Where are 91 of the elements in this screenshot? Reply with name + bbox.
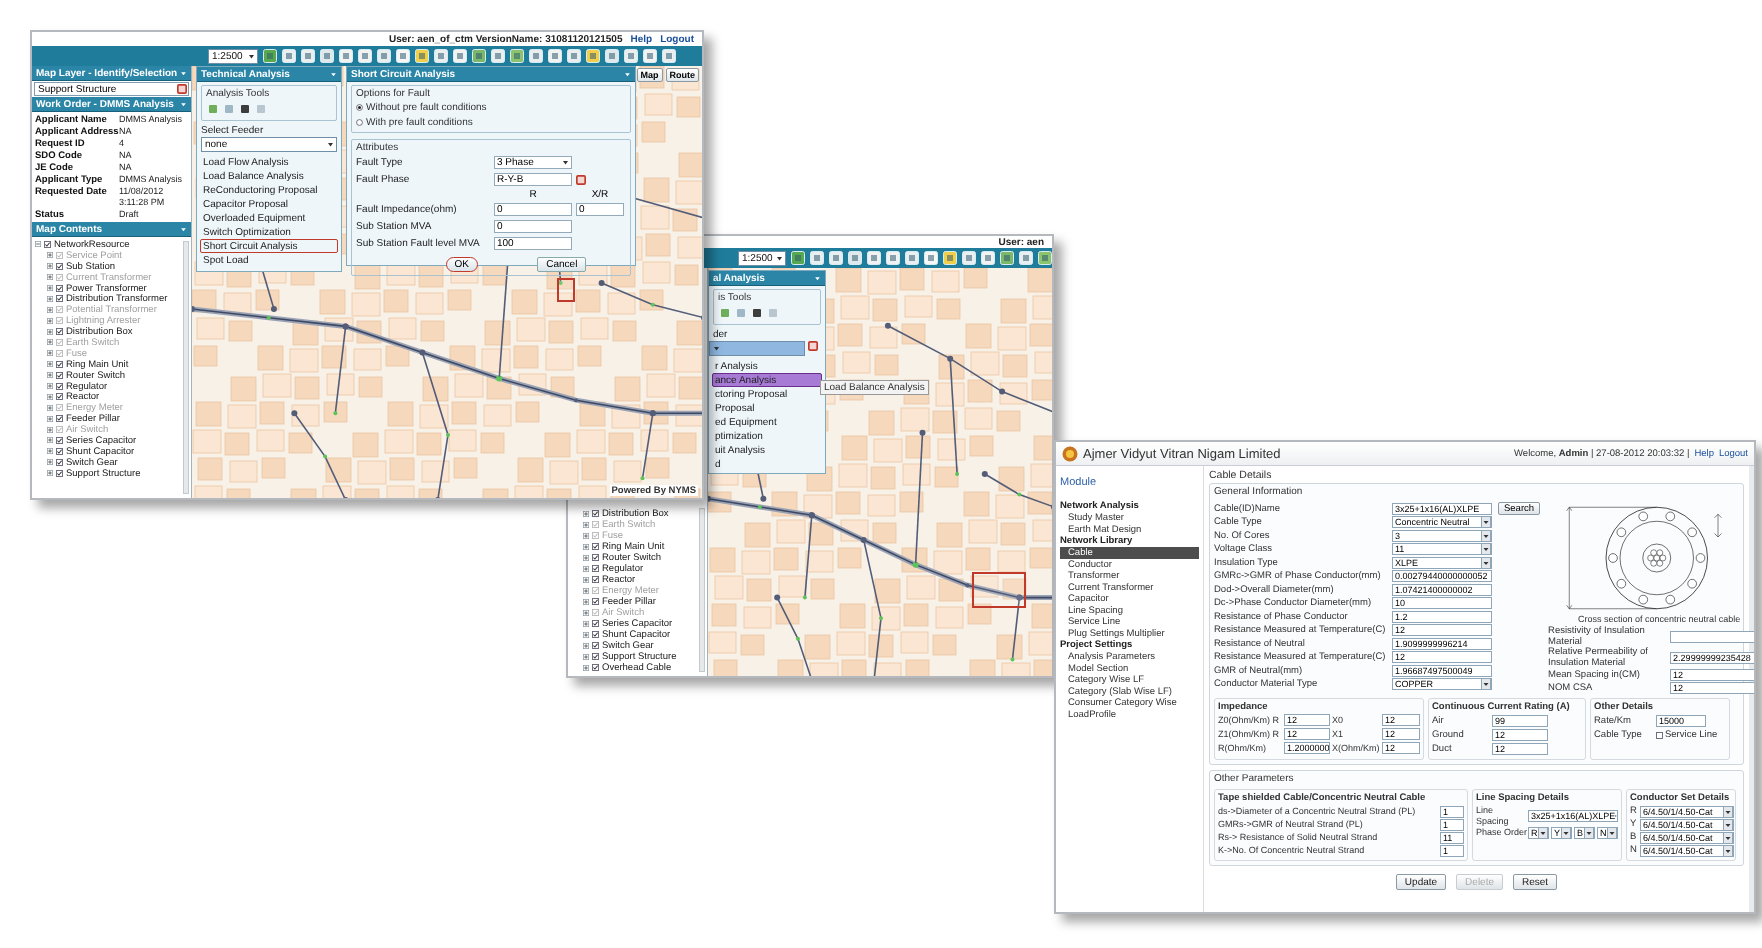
- dropdown-caret-icon: [1481, 679, 1491, 690]
- expand-icon[interactable]: [47, 448, 53, 455]
- checkbox[interactable]: [592, 587, 599, 594]
- dropdown-caret-icon: [1561, 827, 1571, 838]
- dropdown-caret-icon: [1584, 827, 1594, 838]
- checkbox[interactable]: [56, 360, 63, 368]
- checkbox[interactable]: [56, 262, 63, 270]
- checkbox[interactable]: [1656, 731, 1663, 739]
- expand-icon[interactable]: [47, 339, 53, 346]
- expand-icon[interactable]: [583, 642, 589, 649]
- feeder-dropdown[interactable]: [709, 341, 805, 356]
- expand-icon[interactable]: [47, 404, 53, 411]
- dropdown-caret-icon: [1607, 827, 1617, 838]
- dropdown-caret-icon: [1538, 827, 1548, 838]
- expand-icon[interactable]: [47, 470, 53, 477]
- checkbox[interactable]: [592, 598, 599, 605]
- checkbox[interactable]: [592, 521, 599, 528]
- highlight-marker: [972, 572, 1026, 608]
- checkbox[interactable]: [56, 317, 63, 325]
- checkbox[interactable]: [592, 576, 599, 583]
- expand-icon[interactable]: [47, 285, 53, 291]
- expand-icon[interactable]: [47, 383, 53, 389]
- checkbox[interactable]: [56, 251, 63, 259]
- expand-icon[interactable]: [47, 328, 53, 335]
- checkbox[interactable]: [592, 510, 599, 517]
- checkbox[interactable]: [592, 543, 599, 550]
- expand-icon[interactable]: [47, 306, 53, 313]
- checkbox[interactable]: [56, 415, 63, 423]
- expand-icon[interactable]: [583, 664, 589, 671]
- checkbox[interactable]: [592, 642, 599, 649]
- expand-icon[interactable]: [583, 510, 589, 517]
- checkbox[interactable]: [56, 447, 63, 455]
- expand-icon[interactable]: [47, 263, 53, 270]
- checkbox[interactable]: [56, 328, 63, 336]
- checkbox[interactable]: [56, 404, 63, 412]
- expand-icon[interactable]: [47, 459, 53, 466]
- expand-icon[interactable]: [583, 598, 589, 605]
- expand-icon[interactable]: [47, 415, 53, 422]
- logo-icon: [1062, 445, 1078, 462]
- input-field[interactable]: [1670, 630, 1754, 643]
- expand-icon[interactable]: [47, 437, 53, 444]
- expand-icon[interactable]: [583, 554, 589, 561]
- dropdown-caret-icon: [248, 52, 255, 60]
- expand-icon[interactable]: [47, 372, 53, 379]
- checkbox[interactable]: [592, 664, 599, 671]
- expand-icon[interactable]: [583, 609, 589, 616]
- checkbox[interactable]: [592, 565, 599, 572]
- checkbox[interactable]: [592, 631, 599, 638]
- checkbox[interactable]: [56, 273, 63, 281]
- expand-icon[interactable]: [583, 620, 589, 627]
- collapse-icon[interactable]: [35, 241, 41, 248]
- radio-button[interactable]: [356, 104, 363, 111]
- expand-icon[interactable]: [47, 295, 53, 302]
- expand-icon[interactable]: [583, 521, 589, 528]
- expand-icon[interactable]: [47, 393, 53, 400]
- expand-icon[interactable]: [583, 565, 589, 572]
- checkbox[interactable]: [56, 371, 63, 379]
- checkbox[interactable]: [592, 620, 599, 627]
- checkbox[interactable]: [592, 554, 599, 561]
- highlight-marker: [557, 278, 575, 302]
- expand-icon[interactable]: [47, 426, 53, 433]
- expand-icon[interactable]: [47, 317, 53, 324]
- expand-icon[interactable]: [583, 532, 589, 539]
- checkbox[interactable]: [56, 469, 63, 477]
- checkbox[interactable]: [56, 338, 63, 346]
- expand-icon[interactable]: [47, 252, 53, 259]
- checkbox[interactable]: [56, 295, 63, 303]
- checkbox[interactable]: [56, 284, 63, 292]
- checkbox[interactable]: [56, 436, 63, 444]
- expand-icon[interactable]: [583, 576, 589, 583]
- checkbox[interactable]: [56, 306, 63, 314]
- checkbox[interactable]: [56, 349, 63, 357]
- expand-icon[interactable]: [583, 587, 589, 594]
- expand-icon[interactable]: [47, 274, 53, 281]
- expand-icon[interactable]: [583, 543, 589, 550]
- expand-icon[interactable]: [47, 350, 53, 357]
- expand-icon[interactable]: [583, 653, 589, 660]
- expand-icon[interactable]: [583, 631, 589, 638]
- dropdown-caret-icon: [713, 345, 720, 352]
- checkbox[interactable]: [592, 609, 599, 616]
- checkbox[interactable]: [56, 393, 63, 401]
- expand-icon[interactable]: [47, 361, 53, 368]
- checkbox[interactable]: [592, 532, 599, 539]
- radio-button[interactable]: [356, 119, 363, 126]
- dropdown-caret-icon: [562, 159, 569, 166]
- checkbox[interactable]: [56, 382, 63, 390]
- checkbox[interactable]: [56, 458, 63, 466]
- checkbox[interactable]: [56, 426, 63, 434]
- checkbox[interactable]: [592, 653, 599, 660]
- checkbox[interactable]: [44, 240, 51, 248]
- dropdown-caret-icon: [776, 254, 783, 262]
